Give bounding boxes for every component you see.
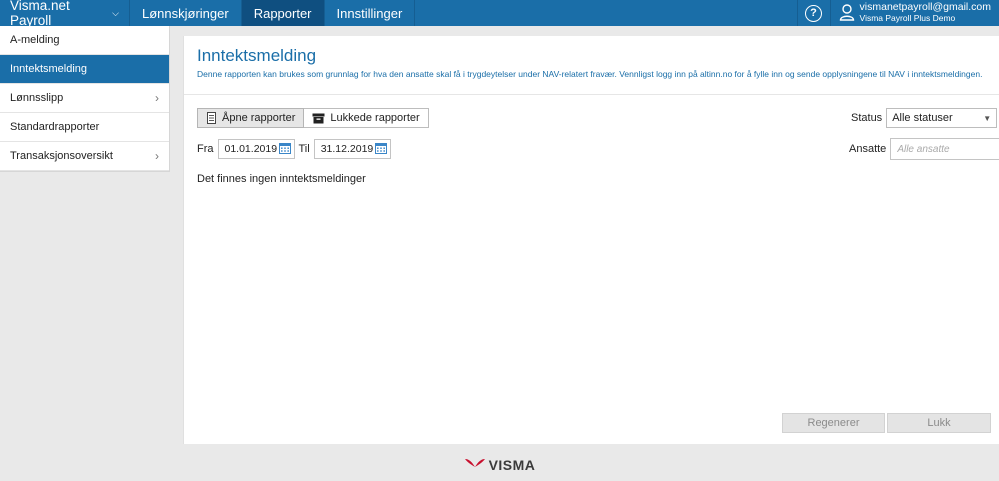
sidebar-item-standardrapporter[interactable]: Standardrapporter bbox=[0, 113, 169, 142]
page-title: Inntektsmelding bbox=[197, 46, 317, 65]
main-panel: Inntektsmelding Denne rapporten kan bruk… bbox=[183, 36, 999, 444]
visma-logo-icon bbox=[464, 457, 486, 472]
open-reports-button[interactable]: Åpne rapporter bbox=[197, 108, 305, 128]
help-icon: ? bbox=[805, 4, 823, 22]
nav-lonnskjoringer[interactable]: Lønnskjøringer bbox=[130, 0, 242, 26]
chevron-down-icon: ▼ bbox=[983, 113, 992, 123]
regenerate-button[interactable]: Regenerer bbox=[782, 413, 885, 433]
to-date-value: 31.12.2019 bbox=[320, 143, 374, 155]
user-menu[interactable]: vismanetpayroll@gmail.com Visma Payroll … bbox=[831, 0, 999, 26]
document-icon bbox=[206, 112, 217, 124]
from-label: Fra bbox=[197, 143, 214, 155]
to-date-field[interactable]: 31.12.2019 bbox=[313, 139, 391, 159]
date-range: Fra 01.01.2019 Til 31.12.2019 bbox=[197, 139, 391, 159]
sidebar-item-a-melding[interactable]: A-melding bbox=[0, 26, 169, 55]
divider bbox=[184, 94, 999, 95]
chevron-down-icon: ⌵ bbox=[112, 7, 119, 18]
open-reports-label: Åpne rapporter bbox=[222, 112, 296, 124]
report-toggle: Åpne rapporter Lukkede rapporter bbox=[197, 108, 429, 128]
chevron-right-icon: › bbox=[155, 149, 159, 163]
user-org: Visma Payroll Plus Demo bbox=[859, 13, 956, 23]
employee-filter: Ansatte Alle ansatte bbox=[849, 138, 999, 160]
app-title: Visma.net Payroll bbox=[10, 0, 70, 28]
close-button[interactable]: Lukk bbox=[887, 413, 991, 433]
status-select[interactable]: Alle statuser ▼ bbox=[886, 108, 998, 128]
employees-label: Ansatte bbox=[849, 143, 887, 155]
status-selected-value: Alle statuser bbox=[892, 112, 953, 124]
calendar-icon[interactable] bbox=[374, 142, 387, 157]
sidebar-item-label: Transaksjonsoversikt bbox=[10, 150, 113, 162]
sidebar-item-lonnsslipp[interactable]: Lønnsslipp › bbox=[0, 84, 169, 113]
to-label: Til bbox=[298, 143, 310, 155]
page-description: Denne rapporten kan brukes som grunnlag … bbox=[197, 69, 983, 79]
help-button[interactable]: ? bbox=[796, 0, 831, 26]
nav-rapporter[interactable]: Rapporter bbox=[241, 0, 325, 26]
user-icon bbox=[839, 3, 855, 24]
chevron-right-icon: › bbox=[155, 91, 159, 105]
archive-box-icon bbox=[312, 113, 325, 124]
sidebar-item-transaksjonsoversikt[interactable]: Transaksjonsoversikt › bbox=[0, 142, 169, 171]
sidebar-item-inntektsmelding[interactable]: Inntektsmelding bbox=[0, 55, 169, 84]
status-label: Status bbox=[851, 112, 883, 124]
from-date-value: 01.01.2019 bbox=[224, 143, 278, 155]
employees-input[interactable]: Alle ansatte bbox=[890, 138, 999, 160]
user-email: vismanetpayroll@gmail.com bbox=[859, 1, 991, 13]
top-navigation-bar: Visma.net Payroll ⌵ Lønnskjøringer Rappo… bbox=[0, 0, 999, 28]
closed-reports-label: Lukkede rapporter bbox=[330, 112, 420, 124]
nav-innstillinger[interactable]: Innstillinger bbox=[325, 0, 416, 26]
sidebar: A-melding Inntektsmelding Lønnsslipp › S… bbox=[0, 26, 170, 172]
closed-reports-button[interactable]: Lukkede rapporter bbox=[304, 108, 429, 128]
sidebar-item-label: Inntektsmelding bbox=[10, 63, 88, 75]
visma-logo-text: VISMA bbox=[488, 456, 536, 473]
footer: VISMA bbox=[0, 448, 999, 481]
sidebar-item-label: Lønnsslipp bbox=[10, 92, 64, 104]
from-date-field[interactable]: 01.01.2019 bbox=[217, 139, 295, 159]
sidebar-item-label: Standardrapporter bbox=[10, 121, 100, 133]
calendar-icon[interactable] bbox=[278, 142, 291, 157]
visma-logo: VISMA bbox=[464, 457, 536, 473]
empty-state-message: Det finnes ingen inntektsmeldinger bbox=[197, 173, 366, 185]
sidebar-item-label: A-melding bbox=[10, 34, 60, 46]
status-filter: Status Alle statuser ▼ bbox=[851, 108, 998, 128]
app-menu-button[interactable]: Visma.net Payroll ⌵ bbox=[0, 0, 130, 28]
